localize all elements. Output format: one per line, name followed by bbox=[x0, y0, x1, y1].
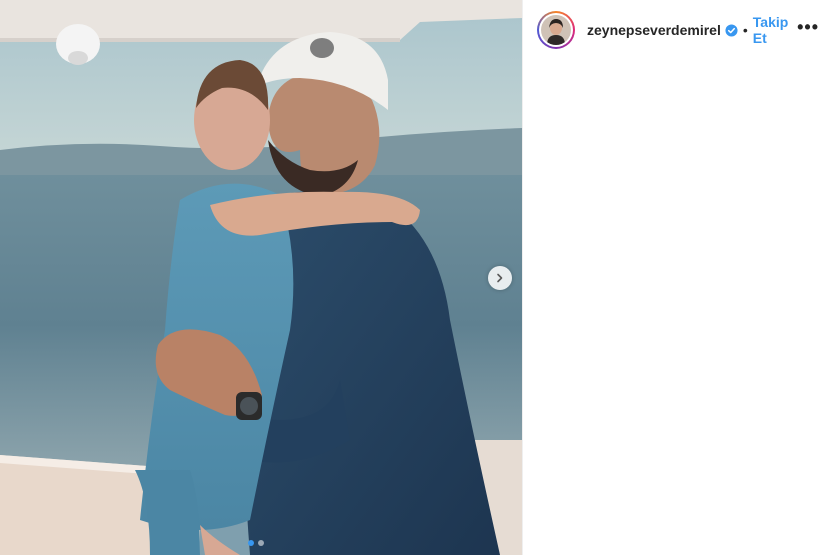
verified-badge-icon bbox=[725, 23, 738, 37]
post-photo bbox=[0, 0, 522, 555]
post-sidebar: zeynepseverdemirel • Takip Et ••• bbox=[522, 0, 831, 555]
post-viewer: zeynepseverdemirel • Takip Et ••• bbox=[0, 0, 831, 555]
carousel-dot bbox=[258, 540, 264, 546]
header-separator: • bbox=[742, 22, 748, 38]
profile-avatar[interactable] bbox=[537, 11, 575, 49]
more-options-icon[interactable]: ••• bbox=[797, 18, 819, 40]
carousel-dot-active bbox=[248, 540, 254, 546]
carousel-indicator bbox=[248, 540, 264, 546]
post-media[interactable] bbox=[0, 0, 522, 555]
follow-button[interactable]: Takip Et bbox=[753, 14, 797, 46]
username-link[interactable]: zeynepseverdemirel bbox=[587, 22, 721, 38]
carousel-next-button[interactable] bbox=[488, 266, 512, 290]
avatar-frame bbox=[539, 13, 573, 47]
chevron-right-icon bbox=[495, 273, 505, 283]
post-header: zeynepseverdemirel • Takip Et ••• bbox=[523, 0, 831, 60]
avatar-image bbox=[541, 15, 571, 45]
